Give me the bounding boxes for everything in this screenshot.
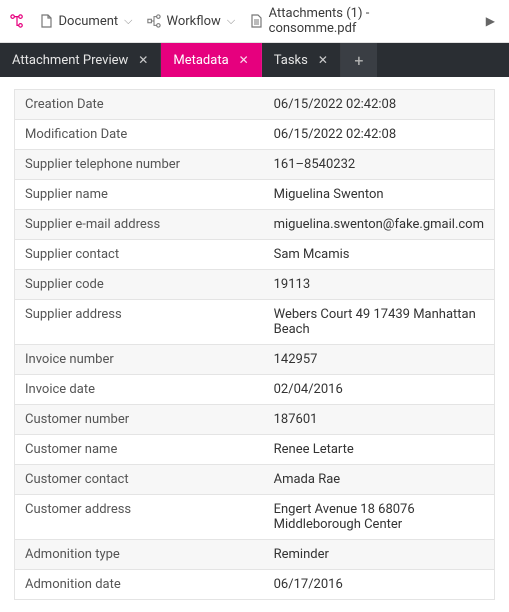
table-row: Customer number187601: [15, 405, 495, 435]
tab-add-button[interactable]: +: [341, 43, 377, 77]
table-row: Supplier code19113: [15, 270, 495, 300]
metadata-value: 142957: [264, 345, 495, 375]
metadata-key: Admonition date: [15, 570, 264, 600]
table-row: Supplier addressWebers Court 49 17439 Ma…: [15, 300, 495, 345]
table-row: Supplier telephone number161–8540232: [15, 150, 495, 180]
chevron-down-icon: ⌵: [227, 14, 235, 28]
metadata-key: Supplier address: [15, 300, 264, 345]
toolbar-workflow[interactable]: Workflow ⌵: [147, 14, 236, 29]
attachments-icon: [249, 14, 263, 29]
toolbar-workflow-label: Workflow: [167, 14, 221, 29]
document-icon: [39, 14, 54, 29]
metadata-value: Miguelina Swenton: [264, 180, 495, 210]
metadata-value: 06/15/2022 02:42:08: [264, 120, 495, 150]
metadata-value: 02/04/2016: [264, 375, 495, 405]
metadata-value: Engert Avenue 18 68076 Middleborough Cen…: [264, 495, 495, 540]
metadata-table: Creation Date06/15/2022 02:42:08Modifica…: [14, 89, 495, 600]
metadata-value: 19113: [264, 270, 495, 300]
toolbar-scroll-right[interactable]: ▶: [482, 14, 499, 28]
metadata-key: Invoice date: [15, 375, 264, 405]
table-row: Customer nameRenee Letarte: [15, 435, 495, 465]
metadata-key: Supplier e-mail address: [15, 210, 264, 240]
metadata-key: Invoice number: [15, 345, 264, 375]
metadata-key: Supplier name: [15, 180, 264, 210]
metadata-value: Webers Court 49 17439 Manhattan Beach: [264, 300, 495, 345]
table-row: Customer contactAmada Rae: [15, 465, 495, 495]
content-area: Creation Date06/15/2022 02:42:08Modifica…: [0, 77, 509, 612]
tree-icon[interactable]: [10, 14, 25, 29]
workflow-icon: [147, 14, 162, 29]
tab-bar: Attachment Preview ✕ Metadata ✕ Tasks ✕ …: [0, 43, 509, 77]
toolbar-document-label: Document: [59, 14, 119, 29]
metadata-value: 06/17/2016: [264, 570, 495, 600]
metadata-key: Customer name: [15, 435, 264, 465]
metadata-key: Supplier telephone number: [15, 150, 264, 180]
table-row: Creation Date06/15/2022 02:42:08: [15, 90, 495, 120]
table-row: Supplier contactSam Mcamis: [15, 240, 495, 270]
table-row: Admonition date06/17/2016: [15, 570, 495, 600]
metadata-value: miguelina.swenton@fake.gmail.com: [264, 210, 495, 240]
metadata-value: Reminder: [264, 540, 495, 570]
tab-attachment-preview[interactable]: Attachment Preview ✕: [0, 43, 161, 77]
table-row: Invoice number142957: [15, 345, 495, 375]
metadata-value: Amada Rae: [264, 465, 495, 495]
metadata-key: Supplier contact: [15, 240, 264, 270]
metadata-key: Customer number: [15, 405, 264, 435]
table-row: Admonition typeReminder: [15, 540, 495, 570]
metadata-value: 161–8540232: [264, 150, 495, 180]
metadata-key: Creation Date: [15, 90, 264, 120]
table-row: Modification Date06/15/2022 02:42:08: [15, 120, 495, 150]
tab-label: Tasks: [274, 53, 308, 68]
metadata-value: 06/15/2022 02:42:08: [264, 90, 495, 120]
close-icon[interactable]: ✕: [239, 53, 249, 67]
tab-tasks[interactable]: Tasks ✕: [262, 43, 341, 77]
toolbar-attachments-label: Attachments (1) - consomme.pdf: [269, 6, 454, 36]
tab-metadata[interactable]: Metadata ✕: [161, 43, 261, 77]
toolbar: Document ⌵ Workflow ⌵ Attachments (1) - …: [0, 0, 509, 43]
table-row: Supplier nameMiguelina Swenton: [15, 180, 495, 210]
chevron-down-icon: ⌵: [124, 14, 132, 28]
metadata-key: Modification Date: [15, 120, 264, 150]
toolbar-document[interactable]: Document ⌵: [39, 14, 133, 29]
metadata-key: Admonition type: [15, 540, 264, 570]
close-icon[interactable]: ✕: [318, 53, 328, 67]
table-row: Supplier e-mail addressmiguelina.swenton…: [15, 210, 495, 240]
tab-label: Attachment Preview: [12, 53, 128, 68]
table-row: Customer addressEngert Avenue 18 68076 M…: [15, 495, 495, 540]
toolbar-attachments[interactable]: Attachments (1) - consomme.pdf: [249, 6, 454, 36]
metadata-value: Sam Mcamis: [264, 240, 495, 270]
metadata-key: Supplier code: [15, 270, 264, 300]
metadata-value: 187601: [264, 405, 495, 435]
metadata-key: Customer contact: [15, 465, 264, 495]
metadata-key: Customer address: [15, 495, 264, 540]
tab-label: Metadata: [173, 53, 228, 68]
metadata-value: Renee Letarte: [264, 435, 495, 465]
table-row: Invoice date02/04/2016: [15, 375, 495, 405]
close-icon[interactable]: ✕: [138, 53, 148, 67]
